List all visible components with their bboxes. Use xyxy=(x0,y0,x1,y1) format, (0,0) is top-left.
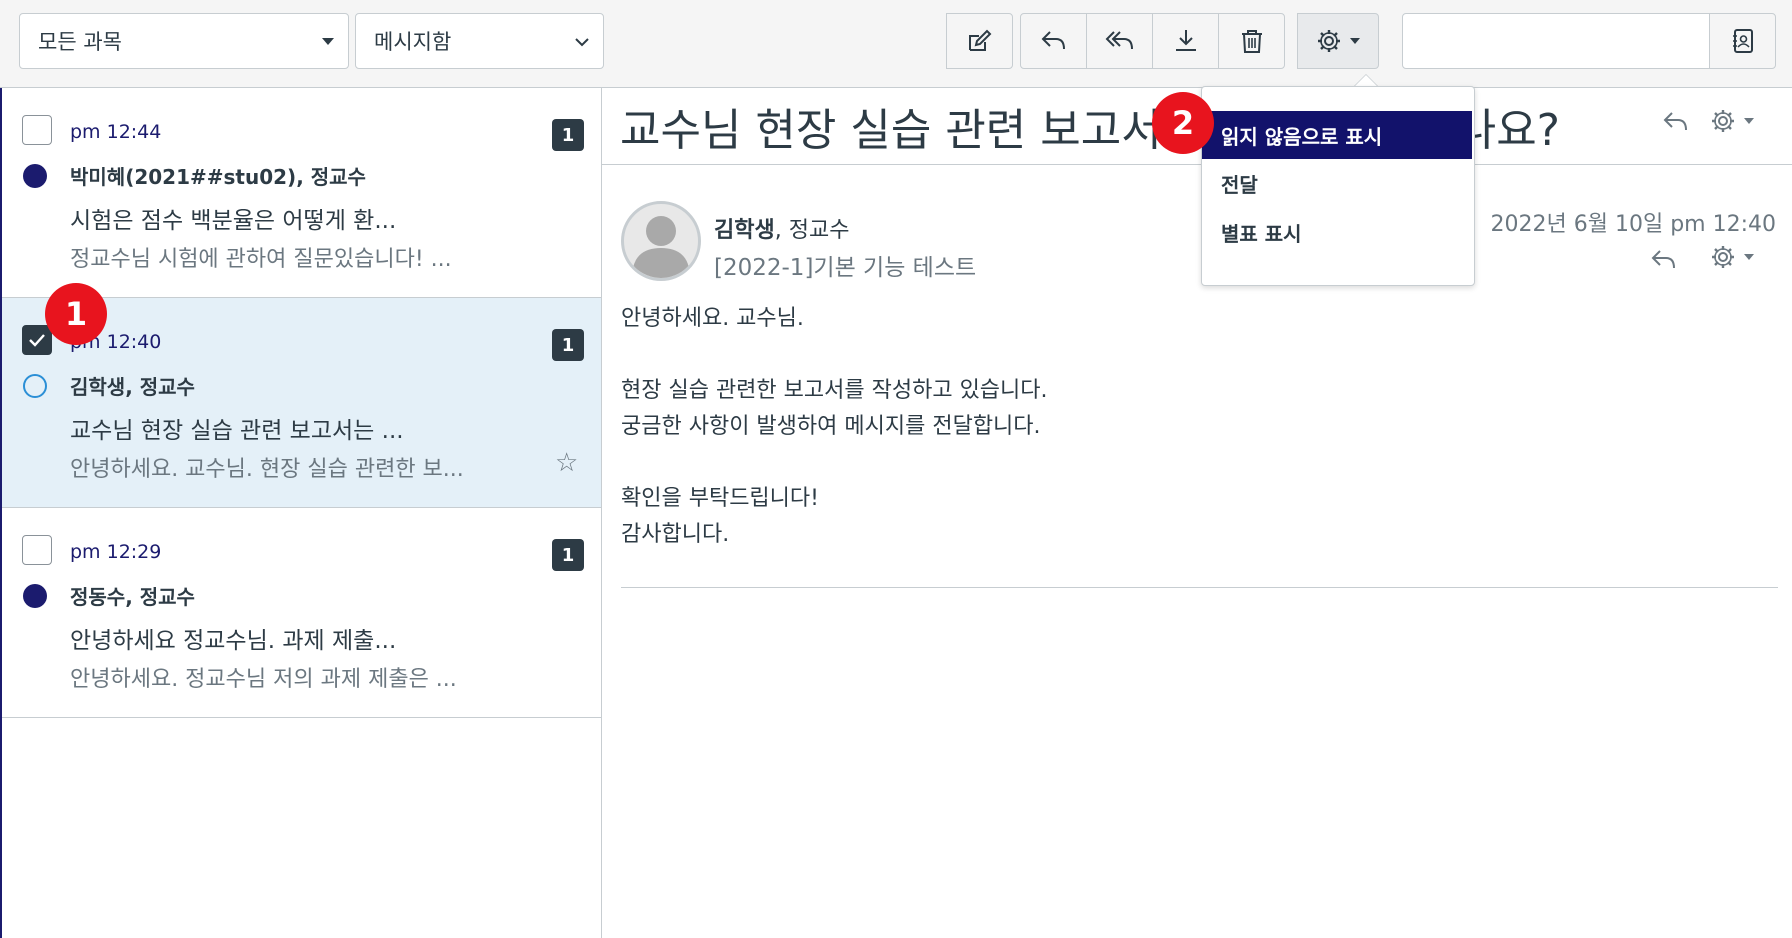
gear-icon xyxy=(1712,110,1734,132)
gear-icon xyxy=(1318,30,1340,52)
trash-icon xyxy=(1241,30,1262,53)
step-marker-2: 2 xyxy=(1152,92,1214,154)
body-line: 궁금한 사항이 발생하여 메시지를 전달합니다. xyxy=(621,414,1041,439)
menu-pointer xyxy=(1354,74,1378,86)
caret-down-icon xyxy=(1350,37,1360,44)
message-count-badge: 1 xyxy=(552,329,584,361)
list-item[interactable]: pm 12:29 1 정동수, 정교수 안녕하세요 정교수님. 과제 제출...… xyxy=(2,508,601,718)
message-reply-button[interactable] xyxy=(1650,248,1678,276)
message-preview: 안녕하세요. 교수님. 현장 실습 관련한 보... xyxy=(70,457,464,482)
toolbar: 모든 과목 메시지함 xyxy=(0,0,1792,88)
user-silhouette-icon xyxy=(632,216,690,278)
unread-dot-icon[interactable] xyxy=(23,164,47,188)
sender-name: 김학생 xyxy=(714,218,775,243)
message-checkbox[interactable] xyxy=(22,115,52,145)
address-book-icon xyxy=(1732,29,1753,53)
reply-icon xyxy=(1041,31,1065,50)
settings-dropdown-menu: 읽지 않음으로 표시 전달 별표 표시 xyxy=(1201,86,1475,286)
checkmark-icon xyxy=(29,334,45,347)
body-line: 현장 실습 관련한 보고서를 작성하고 있습니다. xyxy=(621,378,1048,403)
message-date: 2022년 6월 10일 pm 12:40 xyxy=(1490,212,1776,237)
message-subject: 시험은 점수 백분율은 어떻게 환... xyxy=(70,208,397,234)
message-checkbox[interactable] xyxy=(22,535,52,565)
reply-icon xyxy=(1663,112,1687,131)
message-participants: 정동수, 정교수 xyxy=(70,585,195,609)
avatar xyxy=(621,201,701,281)
sender-recipients: , 정교수 xyxy=(774,218,850,243)
reply-all-button[interactable] xyxy=(1086,13,1153,69)
message-list: pm 12:44 1 박미혜(2021##stu02), 정교수 시험은 점수 … xyxy=(0,88,602,938)
message-participants: 김학생, 정교수 xyxy=(70,375,195,399)
message-time: pm 12:44 xyxy=(70,121,162,143)
chevron-down-icon xyxy=(575,38,589,47)
body-line: 감사합니다. xyxy=(621,522,730,547)
star-icon[interactable]: ☆ xyxy=(555,448,578,478)
unread-dot-icon[interactable] xyxy=(23,584,47,608)
message-count-badge: 1 xyxy=(552,539,584,571)
compose-button[interactable] xyxy=(946,13,1013,69)
message-detail: 교수님 현장 실습 관련 보고서 나요? 김학생, 정교수 [2022-1]기본 … xyxy=(602,88,1792,938)
message-subject: 교수님 현장 실습 관련 보고서는 ... xyxy=(70,418,404,444)
body-line: 안녕하세요. 교수님. xyxy=(621,306,804,331)
message-preview: 안녕하세요. 정교수님 저의 과제 제출은 ... xyxy=(70,667,457,692)
archive-button[interactable] xyxy=(1152,13,1219,69)
recipient-search-input[interactable] xyxy=(1402,13,1710,69)
read-dot-icon[interactable] xyxy=(23,374,47,398)
message-preview: 정교수님 시험에 관하여 질문있습니다! ... xyxy=(70,247,452,272)
message-subject: 안녕하세요 정교수님. 과제 제출... xyxy=(70,628,397,654)
caret-down-icon xyxy=(1744,117,1754,124)
mailbox-select[interactable]: 메시지함 xyxy=(355,13,604,69)
body-line xyxy=(621,337,1048,373)
message-body: 안녕하세요. 교수님. 현장 실습 관련한 보고서를 작성하고 있습니다. 궁금… xyxy=(621,301,1048,553)
divider xyxy=(602,164,1792,165)
step-marker-1: 1 xyxy=(45,283,107,345)
compose-icon xyxy=(968,29,991,51)
address-book-button[interactable] xyxy=(1709,13,1776,69)
course-select-value: 모든 과목 xyxy=(38,30,122,54)
reply-icon xyxy=(1651,250,1675,269)
list-item[interactable]: pm 12:44 1 박미혜(2021##stu02), 정교수 시험은 점수 … xyxy=(2,88,601,298)
caret-down-icon xyxy=(322,38,334,45)
body-line: 확인을 부탁드립니다! xyxy=(621,486,819,511)
settings-menu-button[interactable] xyxy=(1297,13,1379,69)
body-line xyxy=(621,445,1048,481)
download-icon xyxy=(1175,30,1196,51)
divider xyxy=(621,587,1778,588)
caret-down-icon xyxy=(1744,253,1754,260)
message-count-badge: 1 xyxy=(552,119,584,151)
message-settings-button[interactable] xyxy=(1710,244,1754,270)
delete-button[interactable] xyxy=(1218,13,1285,69)
message-checkbox[interactable] xyxy=(22,325,52,355)
message-participants: 박미혜(2021##stu02), 정교수 xyxy=(70,165,366,189)
message-sender: 김학생, 정교수 xyxy=(714,212,849,244)
menu-item-star[interactable]: 별표 표시 xyxy=(1202,208,1472,256)
title-reply-button[interactable] xyxy=(1662,110,1690,138)
gear-icon xyxy=(1712,246,1734,268)
reply-all-icon xyxy=(1105,31,1133,50)
menu-item-forward[interactable]: 전달 xyxy=(1202,159,1472,207)
reply-button[interactable] xyxy=(1020,13,1087,69)
course-context: [2022-1]기본 기능 테스트 xyxy=(714,255,977,281)
title-settings-button[interactable] xyxy=(1710,108,1754,134)
mailbox-select-value: 메시지함 xyxy=(374,30,452,54)
message-time: pm 12:29 xyxy=(70,541,162,563)
message-title-left: 교수님 현장 실습 관련 보고서 xyxy=(620,105,1162,156)
course-select[interactable]: 모든 과목 xyxy=(19,13,349,69)
menu-item-mark-unread[interactable]: 읽지 않음으로 표시 xyxy=(1202,111,1472,159)
